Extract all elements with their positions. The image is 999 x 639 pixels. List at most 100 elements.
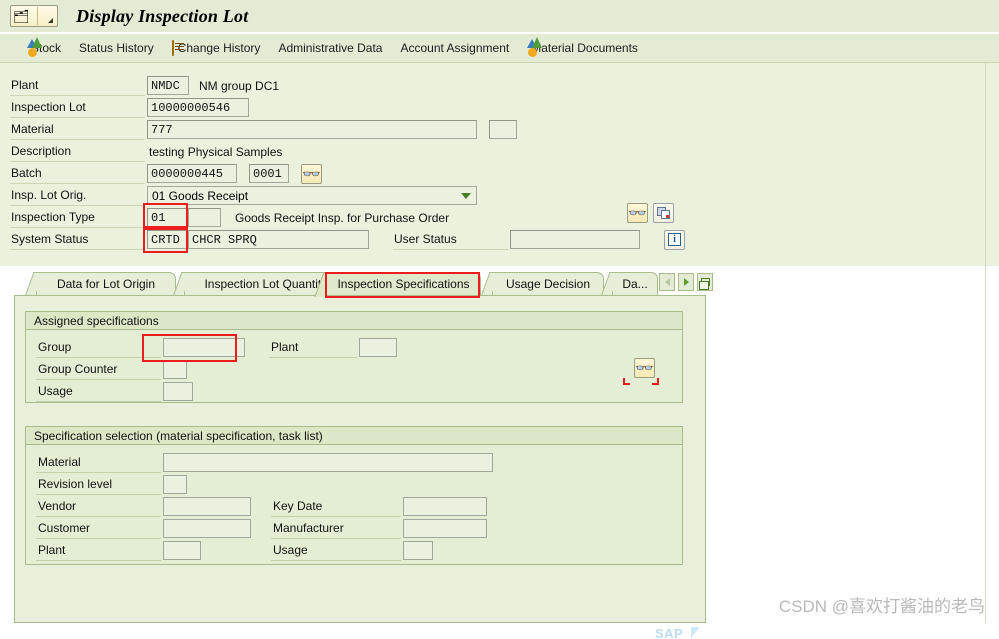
documents-button[interactable]	[653, 203, 674, 223]
row-plant: Plant NMDC NM group DC1	[10, 75, 279, 96]
description-value: testing Physical Samples	[149, 144, 283, 159]
row-revision-level: Revision level	[36, 474, 187, 495]
material-extra-field[interactable]	[489, 120, 517, 139]
row-assigned-usage: Usage	[36, 381, 193, 402]
page-title: Display Inspection Lot	[76, 5, 249, 26]
plant-description: NM group DC1	[199, 78, 280, 93]
assigned-plant-field[interactable]	[359, 338, 397, 357]
insp-lot-orig-value: 01 Goods Receipt	[152, 188, 249, 203]
glasses-display-icon: 👓	[302, 166, 321, 181]
chevron-right-icon	[683, 278, 689, 286]
label-key-date: Key Date	[271, 496, 401, 517]
inspection-type-field[interactable]: 01	[147, 208, 189, 227]
label-assigned-plant: Plant	[269, 337, 357, 358]
tab-data-for-lot-origin[interactable]: Data for Lot Origin	[36, 272, 176, 295]
toolbar-item-status-history[interactable]: Status History	[70, 37, 163, 59]
tab-list-button[interactable]	[697, 273, 713, 291]
toolbar-item-administrative-data[interactable]: Administrative Data	[269, 37, 391, 59]
row-inspection-type: Inspection Type 01 Goods Receipt Insp. f…	[10, 207, 449, 228]
label-spec-plant: Plant	[36, 540, 161, 561]
description-display-button[interactable]: 👓	[627, 203, 648, 223]
inspection-type-description: Goods Receipt Insp. for Purchase Order	[235, 210, 450, 225]
toolbar-item-material-documents-label: Material Documents	[531, 41, 638, 55]
batch-display-button[interactable]: 👓	[301, 163, 322, 184]
tab-usage-decision[interactable]: Usage Decision	[492, 272, 604, 295]
label-spec-usage: Usage	[271, 540, 401, 561]
group-counter-field[interactable]	[163, 360, 187, 379]
tab-prev-button[interactable]	[659, 273, 675, 291]
specification-selection-title: Specification selection (material specif…	[26, 427, 682, 445]
row-system-status: System Status CRTD CHCR SPRQ User Status…	[10, 229, 685, 250]
label-plant: Plant	[10, 75, 145, 96]
glasses-display-icon: 👓	[635, 361, 654, 375]
tab-data-truncated[interactable]: Da...	[612, 272, 658, 295]
tab-data-truncated-label: Da...	[622, 277, 648, 291]
specification-selection-group: Specification selection (material specif…	[25, 426, 683, 565]
toolbar-item-status-history-label: Status History	[79, 41, 154, 55]
system-status-field[interactable]: CRTD	[147, 230, 189, 249]
spec-plant-field[interactable]	[163, 541, 201, 560]
assigned-specifications-group: Assigned specifications Group Plant Grou…	[25, 311, 683, 403]
scroll-icon	[171, 40, 174, 56]
label-manufacturer: Manufacturer	[271, 518, 401, 539]
row-customer-manufacturer: Customer Manufacturer	[36, 518, 487, 539]
system-menu-divider	[37, 7, 38, 25]
system-menu-button[interactable]: 🗂	[10, 5, 58, 27]
tab-data-for-lot-origin-label: Data for Lot Origin	[56, 277, 156, 291]
right-gutter	[985, 63, 986, 623]
batch-sub-field[interactable]: 0001	[249, 164, 289, 183]
customer-field[interactable]	[163, 519, 251, 538]
assigned-usage-field[interactable]	[163, 382, 193, 401]
label-system-status: System Status	[10, 229, 145, 250]
system-status-rest-field[interactable]: CHCR SPRQ	[189, 230, 369, 249]
key-date-field[interactable]	[403, 497, 487, 516]
documents-icon	[656, 206, 671, 220]
label-batch: Batch	[10, 163, 145, 184]
tab-navigation	[659, 273, 713, 291]
glasses-display-icon: 👓	[628, 206, 647, 220]
spec-usage-field[interactable]	[403, 541, 433, 560]
insp-lot-orig-select[interactable]: 01 Goods Receipt	[147, 186, 477, 205]
tab-next-button[interactable]	[678, 273, 694, 291]
tab-inspection-specifications[interactable]: Inspection Specifications	[326, 272, 481, 295]
batch-field[interactable]: 0000000445	[147, 164, 237, 183]
revision-level-field[interactable]	[163, 475, 187, 494]
assigned-specs-display-button[interactable]: 👓	[634, 358, 655, 378]
inspection-lot-field[interactable]: 10000000546	[147, 98, 249, 117]
toolbar-item-change-history-label: Change History	[177, 41, 261, 55]
tab-strip: Data for Lot Origin Inspection Lot Quant…	[14, 272, 713, 296]
row-plant-usage: Plant Usage	[36, 540, 433, 561]
status-info-button[interactable]: i	[664, 229, 685, 250]
toolbar-item-change-history[interactable]: Change History	[163, 37, 270, 59]
tab-list-icon	[698, 278, 710, 290]
label-insp-lot-orig: Insp. Lot Orig.	[10, 185, 145, 206]
row-insp-lot-orig: Insp. Lot Orig. 01 Goods Receipt	[10, 185, 477, 206]
application-toolbar: Stock Status History Change History Admi…	[0, 34, 999, 63]
spec-material-field[interactable]	[163, 453, 493, 472]
row-batch: Batch 0000000445 0001 👓	[10, 163, 322, 184]
label-inspection-type: Inspection Type	[10, 207, 145, 228]
label-revision-level: Revision level	[36, 474, 161, 495]
row-spec-material: Material	[36, 452, 493, 473]
label-inspection-lot: Inspection Lot	[10, 97, 145, 118]
manufacturer-field[interactable]	[403, 519, 487, 538]
toolbar-item-account-assignment[interactable]: Account Assignment	[391, 37, 518, 59]
plant-field[interactable]: NMDC	[147, 76, 189, 95]
label-assigned-group: Group	[36, 337, 161, 358]
header-action-buttons: 👓	[627, 203, 674, 223]
label-customer: Customer	[36, 518, 161, 539]
tab-inspection-specifications-label: Inspection Specifications	[337, 277, 470, 291]
toolbar-item-material-documents[interactable]: Material Documents	[518, 37, 647, 59]
material-field[interactable]: 777	[147, 120, 477, 139]
row-material: Material 777	[10, 119, 517, 140]
toolbar-item-stock[interactable]: Stock	[18, 37, 70, 59]
assigned-specifications-title: Assigned specifications	[26, 312, 682, 330]
assigned-group-field[interactable]	[163, 338, 245, 357]
user-status-field[interactable]	[510, 230, 640, 249]
toolbar-item-account-assignment-label: Account Assignment	[400, 41, 510, 55]
label-spec-material: Material	[36, 452, 161, 473]
inspection-lot-header-form: Plant NMDC NM group DC1 Inspection Lot 1…	[0, 63, 999, 266]
label-vendor: Vendor	[36, 496, 161, 517]
vendor-field[interactable]	[163, 497, 251, 516]
inspection-type-extra-field[interactable]	[189, 208, 221, 227]
